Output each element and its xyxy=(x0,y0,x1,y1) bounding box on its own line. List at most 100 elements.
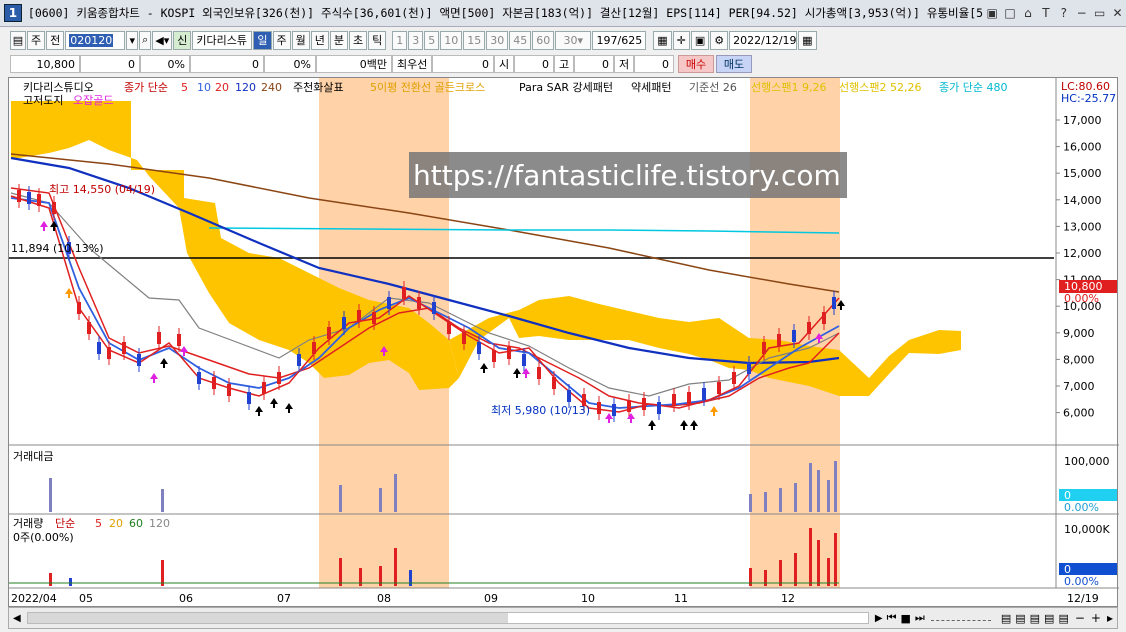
speaker-icon[interactable]: ◀▾ xyxy=(152,30,173,50)
y-tick-label: 12,000 xyxy=(1063,247,1102,260)
zoom-slider[interactable] xyxy=(930,615,991,621)
buy-button[interactable]: 매수 xyxy=(678,55,714,73)
legend-span2: 선행스팬2 52,26 xyxy=(839,81,921,94)
view-icon[interactable]: ▤ xyxy=(1044,612,1054,625)
candle-body xyxy=(197,372,201,384)
first-page-icon[interactable]: ⏮ xyxy=(887,611,897,625)
prev-button[interactable]: 전 xyxy=(46,30,65,50)
signal-arrow-icon xyxy=(513,368,521,378)
legend-span1: 선행스팬1 9,26 xyxy=(751,81,826,94)
change-value: 0 xyxy=(80,55,140,73)
calendar-icon[interactable]: ▦ xyxy=(798,30,817,50)
x-label-jul: 07 xyxy=(277,592,291,605)
date-input[interactable]: 2022/12/19 xyxy=(729,30,798,50)
amount-bar xyxy=(827,480,830,512)
candle-body xyxy=(177,334,181,346)
pin-icon[interactable]: ⌂ xyxy=(1020,5,1037,22)
stock-chart[interactable]: 17,00016,00015,00014,00013,00012,00011,0… xyxy=(9,78,1119,608)
period-week[interactable]: 주 xyxy=(272,30,291,50)
interval-45[interactable]: 45 xyxy=(509,30,532,50)
close-icon[interactable]: ✕ xyxy=(1109,5,1126,22)
interval-1[interactable]: 1 xyxy=(392,30,408,50)
hline-label: 11,894 (10.13%) xyxy=(11,242,104,255)
period-type-select[interactable]: 주 xyxy=(27,30,46,50)
high-note: 최고 14,550 (04/19) xyxy=(49,183,155,196)
volume-bar xyxy=(817,540,820,586)
candle-body xyxy=(137,354,141,366)
bar-count-field[interactable]: 197/625 xyxy=(592,30,647,50)
period-second[interactable]: 초 xyxy=(349,30,368,50)
period-month[interactable]: 월 xyxy=(291,30,310,50)
watermark-text: https://fantasticlife.tistory.com xyxy=(413,159,841,192)
candle-body xyxy=(227,384,231,396)
legend-pattern2: 5이평 전환선 골든크로스 xyxy=(370,81,485,94)
restore-icon[interactable]: □ xyxy=(1002,5,1019,22)
interval-5[interactable]: 5 xyxy=(424,30,440,50)
period-tick[interactable]: 틱 xyxy=(368,30,387,50)
candle-body xyxy=(37,194,41,206)
view-icon[interactable]: ▤ xyxy=(1001,612,1011,625)
scroll-track[interactable] xyxy=(26,612,869,624)
stock-code-input[interactable]: 020120 xyxy=(65,30,126,50)
y-tick-label: 8,000 xyxy=(1063,353,1095,366)
interval-10[interactable]: 10 xyxy=(440,30,463,50)
zoom-in-icon[interactable]: + xyxy=(1091,611,1101,625)
stock-name-field[interactable]: 키다리스튜 xyxy=(192,30,253,50)
period-minute[interactable]: 분 xyxy=(329,30,348,50)
maximize-icon[interactable]: ▭ xyxy=(1091,5,1108,22)
candle-body xyxy=(552,377,556,389)
settings-icon[interactable]: ⚙ xyxy=(710,30,729,50)
signal-arrow-icon xyxy=(648,420,656,430)
zoom-out-icon[interactable]: − xyxy=(1075,611,1085,625)
signal-arrow-icon xyxy=(710,406,718,416)
zoom-icon[interactable]: ▦ xyxy=(653,30,672,50)
amount-panel-label: 거래대금 xyxy=(13,450,53,463)
menu-icon[interactable]: ▤ xyxy=(10,30,26,50)
candle-body xyxy=(777,334,781,346)
minimize-icon[interactable]: − xyxy=(1073,5,1090,22)
low-value: 0 xyxy=(634,55,674,73)
save-icon[interactable]: ▣ xyxy=(690,30,710,50)
legend-ma20: 20 xyxy=(215,81,229,94)
search-icon[interactable]: ⌕ xyxy=(139,30,152,50)
period-year[interactable]: 년 xyxy=(310,30,329,50)
view-icon[interactable]: ▤ xyxy=(1058,612,1068,625)
volume-pct: 0% xyxy=(264,55,316,73)
period-day[interactable]: 일 xyxy=(253,30,272,50)
candle-body xyxy=(477,342,481,354)
scroll-right-icon[interactable]: ▶ xyxy=(875,613,883,624)
link-icon[interactable]: ▣ xyxy=(984,5,1001,22)
candle-body xyxy=(52,202,56,214)
volume-sub: 0주(0.00%) xyxy=(13,531,74,544)
signal-arrow-icon xyxy=(627,413,635,423)
interval-select[interactable]: 30 ▾ xyxy=(555,30,592,50)
window-title: [0600] 키움종합차트 - KOSPI 외국인보유[326(천)] 주식수[… xyxy=(27,6,983,20)
last-page-icon[interactable]: ⏭ xyxy=(915,611,925,625)
text-icon[interactable]: T xyxy=(1037,5,1054,22)
candle-body xyxy=(357,310,361,322)
interval-3[interactable]: 3 xyxy=(408,30,424,50)
scroll-thumb[interactable] xyxy=(27,613,508,623)
view-icon[interactable]: ▤ xyxy=(1015,612,1025,625)
scroll-bar[interactable]: ◀ ▶ ⏮ ■ ⏭ ▤ ▤ ▤ ▤ ▤ − + ▸ xyxy=(8,607,1118,629)
interval-15[interactable]: 15 xyxy=(463,30,486,50)
dropdown-arrow-icon[interactable]: ▾ xyxy=(126,30,139,50)
help-icon[interactable]: ? xyxy=(1055,5,1072,22)
signal-arrow-icon xyxy=(270,398,278,408)
legend-pattern3: Para SAR 강세패턴 xyxy=(519,81,613,94)
view-icon[interactable]: ▤ xyxy=(1030,612,1040,625)
signal-arrow-icon xyxy=(605,413,613,423)
candle-body xyxy=(717,382,721,394)
chart-area[interactable]: 17,00016,00015,00014,00013,00012,00011,0… xyxy=(8,77,1119,608)
candle-body xyxy=(492,350,496,362)
stop-icon[interactable]: ■ xyxy=(901,612,911,625)
scroll-left-icon[interactable]: ◀ xyxy=(13,613,21,624)
interval-60[interactable]: 60 xyxy=(532,30,555,50)
interval-30[interactable]: 30 xyxy=(486,30,509,50)
amount-bar xyxy=(49,478,52,512)
new-button[interactable]: 신 xyxy=(173,30,192,50)
crosshair-icon[interactable]: ✛ xyxy=(672,30,690,50)
high-label: 고 xyxy=(554,55,574,73)
sell-button[interactable]: 매도 xyxy=(716,55,752,73)
pan-icon[interactable]: ▸ xyxy=(1107,611,1113,625)
